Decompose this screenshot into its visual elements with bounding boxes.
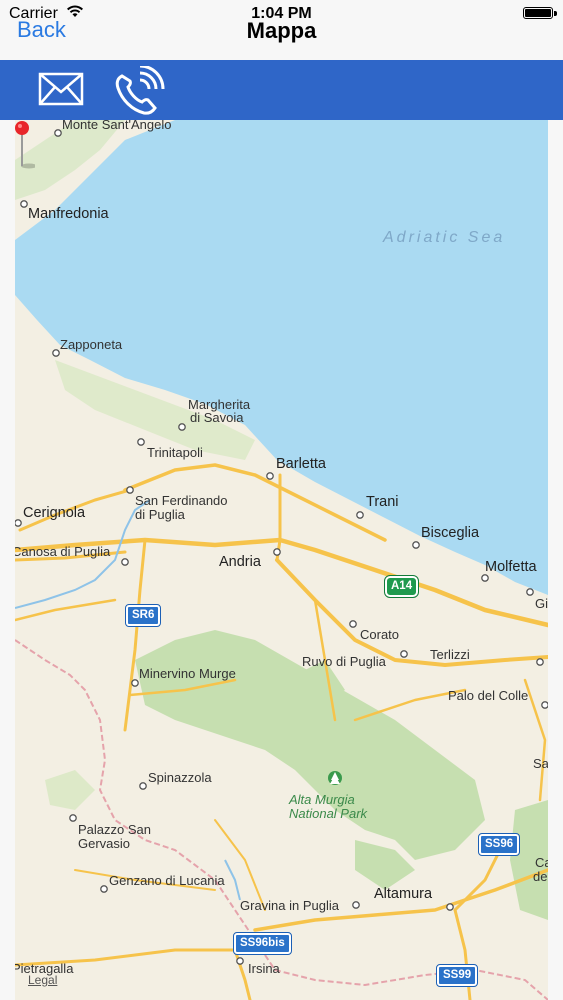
- place-label: Molfetta: [485, 559, 537, 575]
- place-label: Bisceglia: [421, 525, 480, 541]
- legal-link[interactable]: Legal: [28, 973, 57, 987]
- place-label: Palo del Colle: [448, 688, 529, 703]
- place-label: San Ferdinando: [135, 493, 228, 508]
- place-label: Palazzo San: [78, 822, 151, 837]
- park-label: Alta Murgia: [289, 792, 355, 807]
- place-label: Manfredonia: [28, 206, 109, 222]
- place-label: Gi: [535, 596, 548, 611]
- place-label: Trani: [366, 494, 399, 510]
- email-button[interactable]: [38, 72, 84, 106]
- call-button[interactable]: [112, 64, 166, 116]
- place-label: Monte Sant'Angelo: [62, 120, 172, 132]
- place-label: Genzano di Lucania: [109, 873, 225, 888]
- road-shield: SS96bis: [233, 932, 292, 955]
- location-pin-icon[interactable]: [15, 120, 35, 170]
- place-label: Trinitapoli: [147, 445, 203, 460]
- place-label: Barletta: [276, 456, 326, 472]
- place-label: Gervasio: [78, 836, 131, 851]
- place-label: Zapponeta: [60, 337, 123, 352]
- road-shield: A14: [383, 575, 420, 598]
- park-label: National Park: [289, 806, 368, 821]
- road-shield: SS99: [435, 964, 479, 987]
- place-label: Ruvo di Puglia: [302, 654, 386, 669]
- road-shield: SS96: [477, 833, 521, 856]
- navigation-bar: Back Mappa: [0, 17, 563, 61]
- place-label: Andria: [219, 554, 261, 570]
- page-title: Mappa: [246, 18, 317, 43]
- place-label: Spinazzola: [148, 770, 212, 785]
- place-label: Ca: [535, 855, 548, 870]
- map-base: [15, 120, 548, 1000]
- place-label: Minervino Murge: [139, 666, 236, 681]
- road-shield: SR6: [124, 604, 162, 627]
- place-label: Irsina: [248, 961, 280, 976]
- place-label: Corato: [360, 627, 400, 642]
- mail-icon: [38, 72, 84, 106]
- place-label: di Puglia: [135, 507, 185, 522]
- place-label: di Savoia: [190, 410, 244, 425]
- place-label: delle: [533, 869, 548, 884]
- place-label: Cerignola: [23, 505, 86, 521]
- sea-label: Adriatic Sea: [383, 229, 506, 246]
- place-label: Sa: [533, 756, 548, 771]
- place-label: Gravina in Puglia: [240, 898, 339, 913]
- place-label: Canosa di Puglia: [15, 544, 111, 559]
- place-label: Altamura: [374, 886, 433, 902]
- map-view[interactable]: Adriatic Sea Monte Sant'Angelo Manfredon…: [15, 120, 548, 1000]
- phone-call-icon: [115, 64, 165, 115]
- place-label: Terlizzi: [430, 647, 470, 662]
- action-toolbar: [0, 60, 563, 120]
